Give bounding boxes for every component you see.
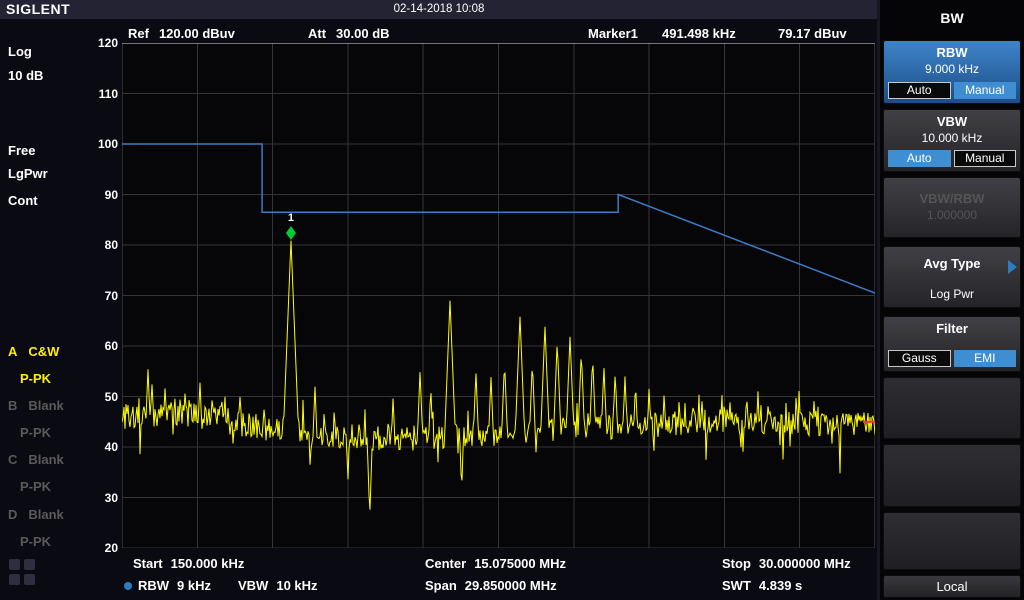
- sweep-mode-label: Cont: [8, 193, 38, 208]
- vbw-manual-toggle[interactable]: Manual: [954, 150, 1017, 167]
- rbw-manual-toggle[interactable]: Manual: [954, 82, 1017, 99]
- softkey-menu-panel: BW RBW 9.000 kHz Auto Manual VBW 10.000 …: [880, 0, 1024, 600]
- marker-number-label: 1: [288, 212, 294, 224]
- y-axis-tick: 30: [70, 491, 118, 505]
- y-axis-tick: 80: [70, 238, 118, 252]
- vbw-rbw-ratio-button: VBW/RBW 1.000000: [883, 177, 1021, 238]
- filter-gauss-toggle[interactable]: Gauss: [888, 350, 951, 367]
- y-axis-tick: 40: [70, 440, 118, 454]
- y-axis-tick: 20: [70, 541, 118, 555]
- swt-readout: SWT4.839 s: [722, 578, 802, 593]
- vbw-rbw-value: 1.000000: [883, 208, 1021, 222]
- scale-type-label: Log: [8, 44, 32, 59]
- trace-c-detector: P-PK: [20, 479, 51, 494]
- vbw-button-label: VBW: [883, 114, 1021, 129]
- top-status-bar: SIGLENT 02-14-2018 10:08: [0, 0, 878, 19]
- spectrum-chart: 1: [122, 43, 875, 548]
- softkey-blank-1: [883, 377, 1021, 439]
- softkey-blank-3: [883, 512, 1021, 570]
- span-readout: Span29.850000 MHz: [425, 578, 557, 593]
- trace-b-detector: P-PK: [20, 425, 51, 440]
- filter-emi-toggle[interactable]: EMI: [954, 350, 1017, 367]
- rbw-button[interactable]: RBW 9.000 kHz Auto Manual: [883, 40, 1021, 104]
- y-axis-tick: 90: [70, 188, 118, 202]
- vbw-button[interactable]: VBW 10.000 kHz Auto Manual: [883, 109, 1021, 172]
- att-value: 30.00 dB: [336, 26, 389, 41]
- trace-c-mode: Blank: [28, 452, 63, 467]
- spectrum-analyzer-screen: SIGLENT 02-14-2018 10:08 Ref120.00 dBuv …: [0, 0, 1024, 600]
- trace-d-detector: P-PK: [20, 534, 51, 549]
- stop-freq-readout: Stop30.000000 MHz: [722, 556, 851, 571]
- trace-b-mode: Blank: [28, 398, 63, 413]
- avg-type-button[interactable]: Avg Type Log Pwr: [883, 246, 1021, 308]
- rbw-readout: RBW9 kHz: [138, 578, 211, 593]
- ref-level-readout: Ref 120.00 dBuv: [128, 26, 235, 41]
- trace-c-status: C Blank: [8, 452, 64, 467]
- y-axis-tick: 70: [70, 289, 118, 303]
- avg-mode-label: LgPwr: [8, 166, 48, 181]
- att-label: Att: [308, 26, 326, 41]
- menu-title: BW: [880, 10, 1024, 26]
- softkey-blank-2: [883, 444, 1021, 507]
- rbw-button-value: 9.000 kHz: [883, 62, 1021, 76]
- y-axis-tick: 120: [70, 36, 118, 50]
- rbw-auto-toggle[interactable]: Auto: [888, 82, 951, 99]
- trace-d-status: D Blank: [8, 507, 64, 522]
- ref-value: 120.00 dBuv: [159, 26, 235, 41]
- trace-a-status: A C&W: [8, 344, 59, 359]
- y-axis-tick: 100: [70, 137, 118, 151]
- trace-b-id: B: [8, 398, 17, 413]
- center-freq-readout: Center15.075000 MHz: [425, 556, 566, 571]
- marker-freq-readout: 491.498 kHz: [662, 26, 736, 41]
- marker-name-readout: Marker1: [588, 26, 638, 41]
- trace-b-status: B Blank: [8, 398, 64, 413]
- trace-d-id: D: [8, 507, 17, 522]
- datetime-readout: 02-14-2018 10:08: [0, 3, 878, 15]
- start-freq-readout: Start150.000 kHz: [133, 556, 244, 571]
- y-axis-tick: 110: [70, 87, 118, 101]
- ref-label: Ref: [128, 26, 149, 41]
- trigger-mode-label: Free: [8, 143, 35, 158]
- avg-type-label: Avg Type: [883, 256, 1021, 271]
- trace-color-dot-icon: [124, 582, 132, 590]
- filter-button[interactable]: Filter Gauss EMI: [883, 316, 1021, 372]
- submenu-arrow-icon: [1008, 260, 1017, 274]
- vbw-rbw-label: VBW/RBW: [883, 191, 1021, 206]
- marker-diamond: [286, 226, 296, 240]
- filter-label: Filter: [883, 321, 1021, 336]
- vbw-button-value: 10.000 kHz: [883, 131, 1021, 145]
- vbw-readout: VBW10 kHz: [238, 578, 318, 593]
- trace-a-id: A: [8, 344, 17, 359]
- local-button[interactable]: Local: [883, 575, 1021, 598]
- attenuation-readout: Att 30.00 dB: [308, 26, 390, 41]
- trace-a-detector: P-PK: [20, 371, 51, 386]
- trace-a-mode: C&W: [28, 344, 59, 359]
- trace-c-id: C: [8, 452, 17, 467]
- app-grid-icon[interactable]: [9, 559, 35, 585]
- vbw-auto-toggle[interactable]: Auto: [888, 150, 951, 167]
- rbw-button-label: RBW: [883, 45, 1021, 60]
- marker-amplitude-readout: 79.17 dBuv: [778, 26, 847, 41]
- y-axis-tick: 60: [70, 339, 118, 353]
- trace-d-mode: Blank: [28, 507, 63, 522]
- avg-type-value: Log Pwr: [883, 287, 1021, 301]
- scale-div-label: 10 dB: [8, 68, 43, 83]
- y-axis-tick: 50: [70, 390, 118, 404]
